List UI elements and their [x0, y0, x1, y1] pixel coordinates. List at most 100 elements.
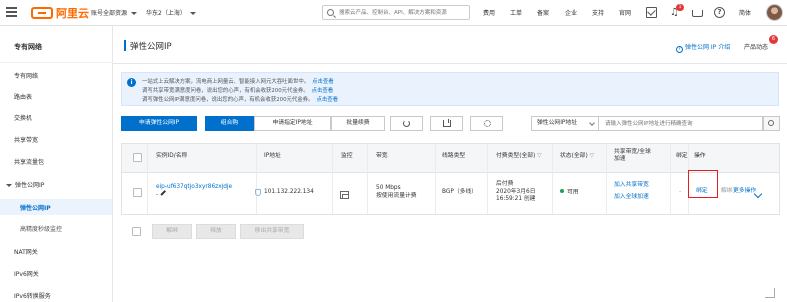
- page-header: 弹性公网IP ? 弹性公网 IP 介绍 产品动态 6: [113, 26, 787, 64]
- nav-filing[interactable]: 备案: [537, 8, 549, 17]
- refresh-button[interactable]: [390, 116, 423, 131]
- eip-table: 实例ID/名称 IP地址 监控 带宽 线路类型 付费类型(全部) ▽ 状态(全部…: [121, 143, 780, 215]
- global-search-input[interactable]: [339, 8, 467, 18]
- logo[interactable]: 阿里云: [31, 5, 89, 21]
- avatar[interactable]: [766, 4, 783, 21]
- col-pay-type[interactable]: 付费类型(全部) ▽: [496, 153, 542, 160]
- settings-button[interactable]: [470, 116, 503, 131]
- news-badge: 6: [769, 35, 778, 44]
- column-divider: [435, 144, 436, 214]
- column-divider: [670, 144, 671, 214]
- page-title: 弹性公网IP: [130, 42, 172, 52]
- bind-action-highlight-box: [688, 170, 718, 198]
- shield-icon: [255, 189, 261, 196]
- product-news-link[interactable]: 产品动态: [744, 42, 768, 51]
- eip-intro-link[interactable]: ? 弹性公网 IP 介绍: [676, 42, 730, 53]
- sidebar-item-nat[interactable]: NAT网关: [14, 247, 38, 256]
- ip-cell: 101.132.222.134: [264, 189, 314, 195]
- row-checkbox[interactable]: [133, 188, 142, 197]
- apply-specified-ip-button[interactable]: 申请指定IP地址: [254, 116, 331, 131]
- sidebar-title: 专有网络: [14, 43, 42, 51]
- notice-link-3[interactable]: 点击查看: [316, 97, 338, 103]
- monitor-chart-icon[interactable]: [340, 191, 349, 199]
- export-button[interactable]: [430, 116, 463, 131]
- sidebar-item-shared-traffic[interactable]: 共享流量包: [14, 157, 44, 166]
- nav-fee[interactable]: 费用: [483, 8, 495, 17]
- apply-eip-button[interactable]: 申请弹性公网IP: [121, 116, 197, 131]
- notice-link-2[interactable]: 点击查看: [312, 88, 334, 94]
- sidebar-item-vpc[interactable]: 专有网络: [14, 71, 38, 80]
- sidebar-item-ipv6-translation[interactable]: IPv6转换服务: [14, 291, 51, 300]
- pay-type-cell: 后付费 2020年3月6日 16:59:21 创建: [496, 181, 536, 202]
- download-icon: [443, 119, 451, 127]
- instance-id-cell: eip-uf637qtjo3xyr86zxjdje -: [156, 184, 232, 199]
- region-selector[interactable]: 华东2（上海）: [146, 8, 199, 17]
- sidebar-item-vswitch[interactable]: 交换机: [14, 113, 32, 122]
- filter-search-button[interactable]: [763, 116, 780, 131]
- status-dot-icon: [560, 189, 564, 193]
- col-bind: 绑定: [676, 153, 688, 159]
- sidebar-item-ipv6-gateway[interactable]: IPv6网关: [14, 269, 39, 278]
- filter-field-select[interactable]: 弹性公网IP地址: [531, 116, 599, 131]
- bulk-release-button[interactable]: 释放: [196, 224, 236, 239]
- edit-pencil-icon[interactable]: [160, 190, 166, 196]
- notice-line-1: 一站式上云解决方案，流电商上网量云、智能接入网元大吞吐面世中。 点击查看: [142, 79, 334, 85]
- account-selector[interactable]: 账号全部资源: [91, 8, 140, 17]
- join-global-acceleration-link[interactable]: 加入全球加速: [614, 194, 649, 202]
- combo-purchase-button[interactable]: 组合购: [205, 116, 254, 131]
- sidebar-item-shared-bandwidth[interactable]: 共享带宽: [14, 135, 38, 144]
- select-all-checkbox[interactable]: [133, 153, 142, 162]
- help-icon[interactable]: ?: [714, 7, 725, 18]
- status-cell: 可用: [560, 189, 579, 197]
- sidebar-item-eip[interactable]: 弹性公网IP: [20, 203, 51, 212]
- chevron-down-icon: [6, 184, 12, 187]
- cart-icon[interactable]: [692, 10, 703, 17]
- resize-handle-icon[interactable]: [765, 288, 775, 298]
- bandwidth-cell: 50 Mbps 按使用流量计费: [376, 185, 417, 199]
- main-content: i 一站式上云解决方案，流电商上网量云、智能接入网元大吞吐面世中。 点击查看 调写…: [113, 64, 787, 302]
- col-status[interactable]: 状态(全部) ▽: [560, 153, 594, 160]
- sidebar: 专有网络 专有网络 路由表 交换机 共享带宽 共享流量包 弹性公网IP 弹性公网…: [0, 26, 113, 302]
- column-divider: [552, 144, 553, 214]
- sidebar-item-route-table[interactable]: 路由表: [14, 92, 32, 101]
- info-icon: i: [127, 78, 136, 87]
- instance-name: -: [156, 191, 159, 198]
- notice-link-1[interactable]: 点击查看: [312, 79, 334, 85]
- sidebar-group-eip[interactable]: 弹性公网IP: [6, 180, 44, 189]
- global-search[interactable]: [322, 5, 470, 20]
- mail-icon[interactable]: [646, 7, 657, 18]
- nav-support[interactable]: 支持: [592, 8, 604, 17]
- more-actions-link[interactable]: 更多操作: [733, 188, 756, 196]
- column-divider: [147, 144, 148, 214]
- top-bar: 阿里云 账号全部资源 华东2（上海） 费用 工单 备案 企业 支持 官网 ♫1 …: [0, 0, 787, 26]
- bulk-renew-button[interactable]: 批量续费: [331, 116, 385, 131]
- sidebar-item-hp-monitor[interactable]: 高精度秒级监控: [20, 224, 62, 233]
- filter-search-input[interactable]: [599, 116, 763, 131]
- bulk-select-checkbox[interactable]: [132, 227, 141, 236]
- chevron-down-icon: [589, 120, 595, 126]
- instance-id-link[interactable]: eip-uf637qtjo3xyr86zxjdje: [156, 184, 232, 190]
- col-share: 共享带宽/全球 加速: [614, 149, 651, 162]
- logo-text: 阿里云: [56, 7, 89, 20]
- notice-line-2: 调写共享带宽满意度问卷，说出您的心声，有机会收获200元代金券。 点击查看: [142, 88, 334, 94]
- logo-mark-icon: [31, 7, 53, 19]
- col-ip: IP地址: [264, 153, 281, 159]
- unbind-action-link[interactable]: 解绑: [721, 188, 733, 196]
- question-icon: ?: [676, 46, 683, 53]
- bulk-unbind-button[interactable]: 解绑: [152, 224, 192, 239]
- col-ops: 操作: [694, 153, 706, 159]
- bulk-remove-shared-bandwidth-button[interactable]: 移出共享带宽: [240, 224, 304, 239]
- col-bandwidth: 带宽: [376, 153, 388, 159]
- bell-icon[interactable]: ♫ 1: [669, 4, 684, 18]
- nav-ticket[interactable]: 工单: [510, 8, 522, 17]
- column-divider: [367, 144, 368, 214]
- sidebar-active-highlight: [0, 199, 112, 215]
- nav-enterprise[interactable]: 企业: [565, 8, 577, 17]
- line-type-cell: BGP（多线）: [442, 189, 478, 195]
- language-switch[interactable]: 简体: [739, 8, 751, 17]
- join-shared-bandwidth-link[interactable]: 加入共享带宽: [614, 182, 649, 190]
- menu-icon[interactable]: [6, 7, 17, 18]
- nav-official-site[interactable]: 官网: [619, 8, 631, 17]
- title-accent-bar: [124, 40, 126, 51]
- search-icon: [768, 120, 774, 126]
